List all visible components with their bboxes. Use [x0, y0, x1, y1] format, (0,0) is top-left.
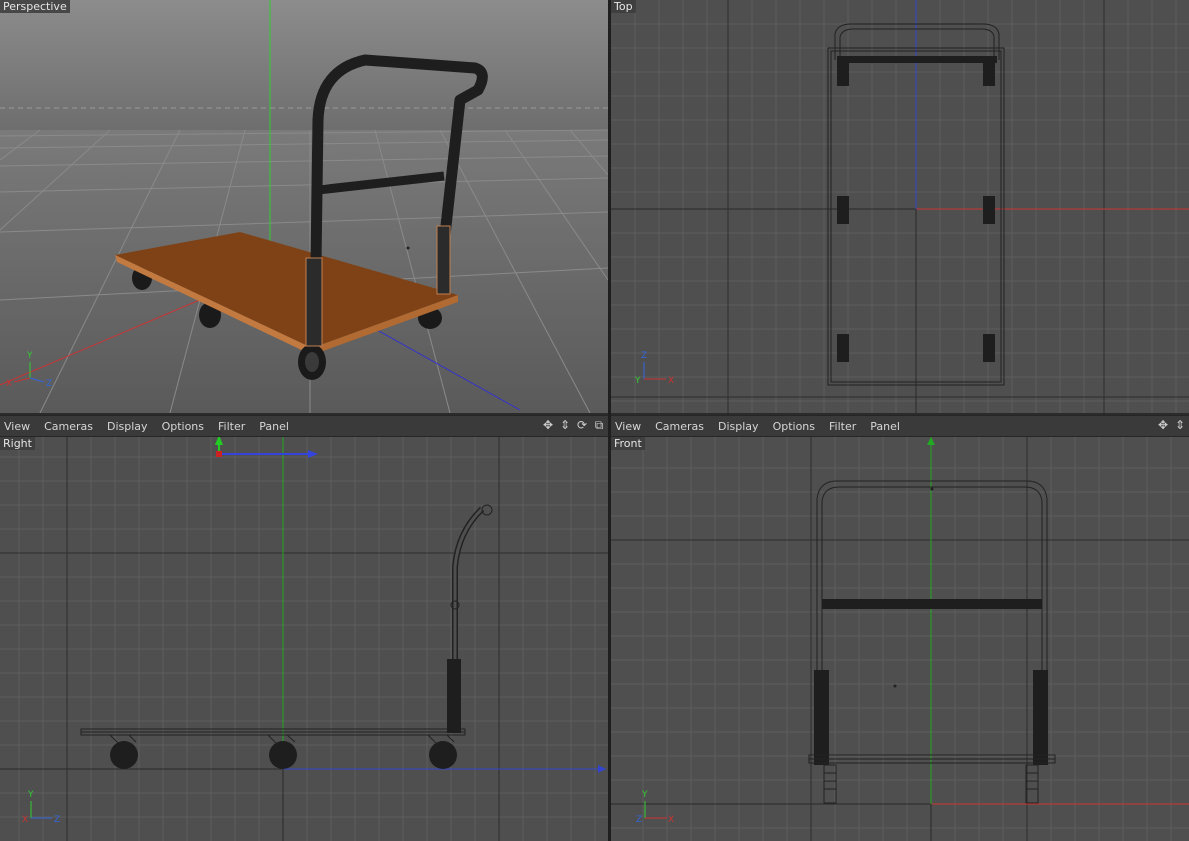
viewport-label-front[interactable]: Front	[611, 437, 645, 450]
viewport-label-top[interactable]: Top	[611, 0, 636, 13]
menu-cameras[interactable]: Cameras	[648, 420, 711, 433]
right-canvas[interactable]: Y X Z	[0, 437, 608, 841]
axis-z-label: Z	[636, 815, 642, 825]
viewport-perspective[interactable]: Y X Z Perspective	[0, 0, 608, 413]
scale-icon[interactable]: ⇕	[558, 418, 572, 432]
right-grid	[0, 437, 608, 841]
axis-x-label: X	[668, 815, 674, 825]
viewport-divider[interactable]	[608, 0, 611, 841]
axis-y-label: Y	[26, 351, 33, 361]
axis-gizmo-top: Z Y X	[634, 351, 674, 386]
viewport-label-right[interactable]: Right	[0, 437, 35, 450]
scale-icon[interactable]: ⇕	[1173, 418, 1187, 432]
axis-x-label: X	[668, 376, 674, 386]
axis-y-label: Y	[634, 376, 641, 386]
axis-gizmo-right: Y X Z	[22, 790, 60, 825]
front-canvas[interactable]: Y Z X	[611, 437, 1189, 841]
perspective-canvas[interactable]: Y X Z	[0, 0, 608, 413]
viewport-label-perspective[interactable]: Perspective	[0, 0, 70, 13]
axis-gizmo-front: Y Z X	[636, 790, 674, 825]
axis-y-label: Y	[27, 790, 34, 800]
move-icon[interactable]: ✥	[1156, 418, 1170, 432]
menu-view[interactable]: View	[0, 420, 37, 433]
viewport-nav-icons: ✥ ⇕	[1156, 418, 1187, 432]
menu-filter[interactable]: Filter	[211, 420, 252, 433]
viewport-right[interactable]: Y X Z Right	[0, 437, 608, 841]
axis-z-label: Z	[54, 815, 60, 825]
top-canvas[interactable]: Z Y X	[611, 0, 1189, 413]
axis-z-label: Z	[641, 351, 647, 361]
axis-x-label: X	[22, 815, 28, 825]
menu-options[interactable]: Options	[155, 420, 211, 433]
rotate-icon[interactable]: ⟳	[575, 418, 589, 432]
axis-z-label: Z	[46, 379, 52, 389]
menubar-left: View Cameras Display Options Filter Pane…	[0, 415, 608, 437]
front-grid	[611, 437, 1189, 841]
cart-front-view[interactable]	[808, 480, 1056, 804]
menu-cameras[interactable]: Cameras	[37, 420, 100, 433]
menu-filter[interactable]: Filter	[822, 420, 863, 433]
cart-side-view[interactable]	[80, 504, 493, 769]
viewport-nav-icons: ✥ ⇕ ⟳ ⧉	[541, 418, 606, 432]
menubar-right: View Cameras Display Options Filter Pane…	[611, 415, 1189, 437]
menu-view[interactable]: View	[611, 420, 648, 433]
maximize-icon[interactable]: ⧉	[592, 418, 606, 432]
menu-display[interactable]: Display	[711, 420, 766, 433]
viewport-front[interactable]: Y Z X Front	[611, 437, 1189, 841]
axis-y-label: Y	[641, 790, 648, 800]
move-manipulator[interactable]	[215, 437, 318, 458]
move-icon[interactable]: ✥	[541, 418, 555, 432]
menu-panel[interactable]: Panel	[863, 420, 907, 433]
viewport-top[interactable]: Z Y X Top	[611, 0, 1189, 413]
menu-options[interactable]: Options	[766, 420, 822, 433]
menu-display[interactable]: Display	[100, 420, 155, 433]
axis-x-label: X	[6, 379, 12, 389]
menu-panel[interactable]: Panel	[252, 420, 296, 433]
